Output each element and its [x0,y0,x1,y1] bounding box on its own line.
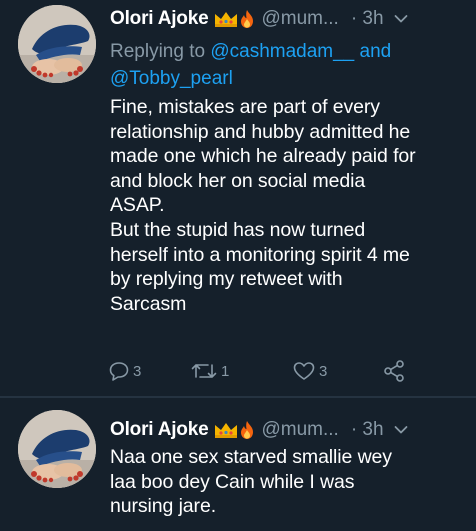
reply-icon [108,360,130,382]
fire-emoji [241,421,254,439]
replying-to-label: Replying to [110,41,211,62]
replying-to-line: Replying to @cashmadam__ and @Tobby_pearl [110,38,470,92]
tweet-timestamp[interactable]: · 3h [351,419,384,441]
reply-button[interactable]: 3 [108,357,141,385]
like-count: 3 [319,362,328,380]
tweet[interactable]: Olori Ajoke @mum... · 3h Replying to @ca… [0,0,476,396]
share-icon [382,359,406,383]
crown-emoji [215,423,238,438]
chevron-down-icon[interactable] [394,425,408,435]
tweet-text: Naa one sex starved smallie wey laa boo … [110,446,392,518]
avatar[interactable] [18,5,96,83]
author-name[interactable]: Olori Ajoke [110,8,209,30]
mention-link[interactable]: @cashmadam__ [210,41,354,62]
heart-icon [292,360,316,382]
tweet-header: Olori Ajoke @mum... · 3h [110,415,466,445]
like-button[interactable]: 3 [292,357,327,385]
timestamp-separator: · [350,419,358,440]
retweet-count: 1 [221,362,230,380]
reply-count: 3 [133,362,142,380]
author-handle[interactable]: @mum... [261,8,338,30]
avatar[interactable] [18,410,96,488]
crown-emoji [215,12,238,27]
tweet[interactable]: Olori Ajoke @mum... · 3h Naa one sex sta… [0,398,476,531]
fire-emoji [241,10,254,28]
reply-and-text: and [354,41,392,62]
chevron-down-icon[interactable] [394,14,408,24]
mention-link[interactable]: @Tobby_pearl [110,68,233,89]
timestamp-value: 3h [362,419,384,440]
tweet-header: Olori Ajoke @mum... · 3h [110,4,466,34]
timestamp-separator: · [350,8,358,29]
timestamp-value: 3h [362,8,384,29]
tweet-timestamp[interactable]: · 3h [351,8,384,30]
share-button[interactable] [382,357,406,385]
retweet-button[interactable]: 1 [190,357,229,385]
emoji-group [213,420,255,440]
emoji-group [213,9,255,29]
retweet-icon [190,360,218,382]
tweet-actions: 3 1 3 [108,357,428,385]
author-handle[interactable]: @mum... [261,419,338,441]
author-name[interactable]: Olori Ajoke [110,419,209,441]
tweet-text: Fine, mistakes are part of every relatio… [110,96,416,315]
